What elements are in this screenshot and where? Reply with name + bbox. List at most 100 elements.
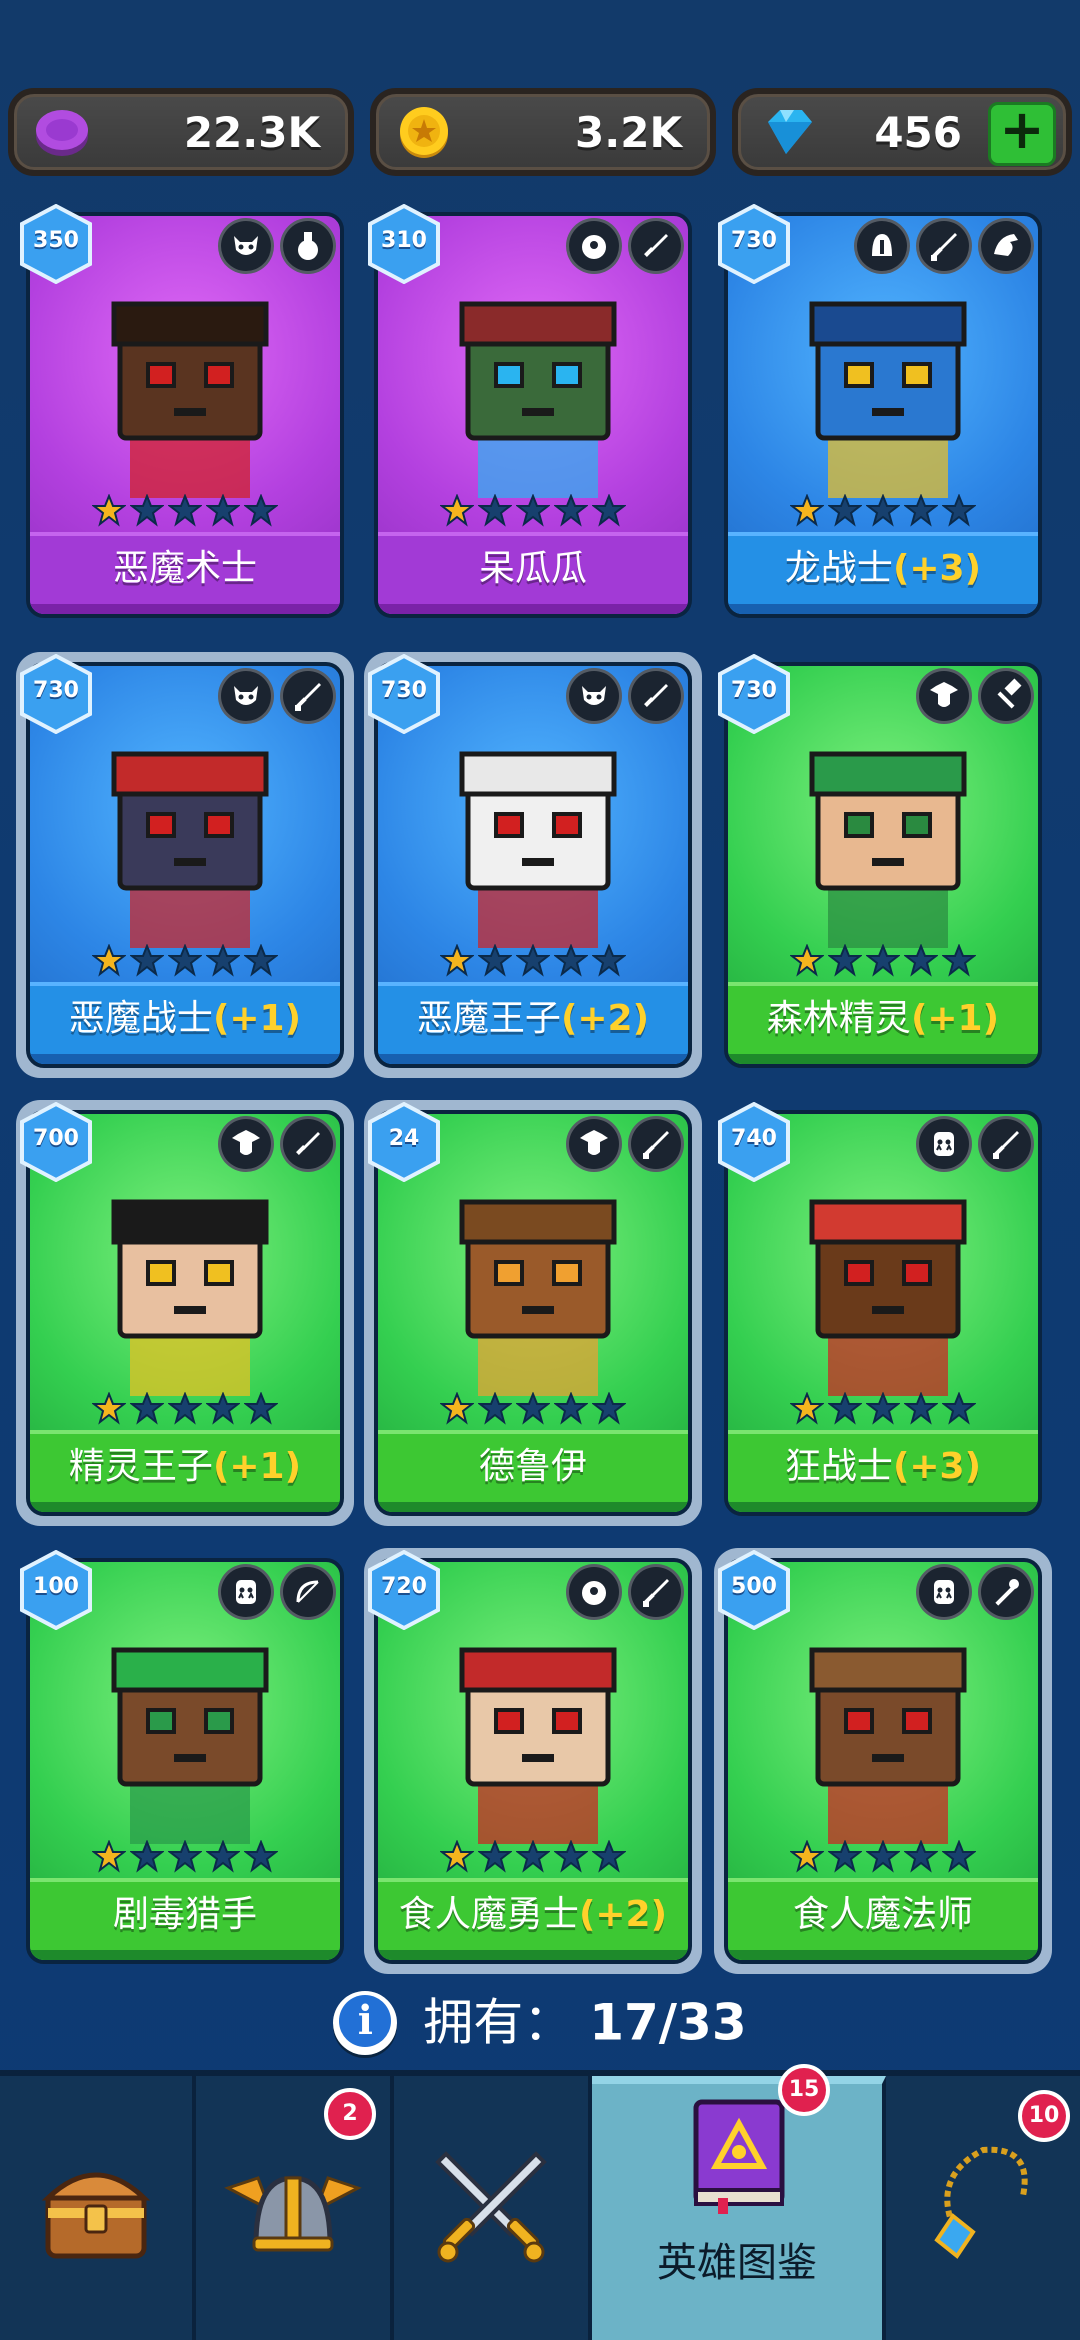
- hero-bonus: (+3): [892, 548, 982, 589]
- hero-traits: [218, 668, 336, 724]
- star-empty-icon: [130, 944, 164, 977]
- level-badge: 720: [366, 1550, 442, 1630]
- level-badge: 740: [716, 1102, 792, 1182]
- hero-card[interactable]: 德鲁伊 24: [364, 1100, 702, 1526]
- coin-counter[interactable]: 3.2K: [370, 88, 716, 176]
- hero-card[interactable]: 恶魔王子(+2) 730: [364, 652, 702, 1078]
- star-empty-icon: [478, 944, 512, 977]
- star-rating: [440, 494, 626, 528]
- star-filled-icon: [92, 944, 126, 977]
- hero-name: 恶魔王子: [416, 998, 561, 1039]
- star-empty-icon: [904, 1840, 938, 1873]
- star-empty-icon: [592, 1392, 626, 1425]
- hero-name: 恶魔术士: [112, 548, 257, 589]
- amulet-badge: 10: [1018, 2090, 1070, 2142]
- purple-gem-value: 22.3K: [183, 108, 320, 157]
- level-badge: 730: [366, 654, 442, 734]
- crossed-swords-icon: [435, 2151, 547, 2263]
- star-empty-icon: [866, 1392, 900, 1425]
- hero-name: 精灵王子: [68, 1446, 213, 1487]
- level-badge: 500: [716, 1550, 792, 1630]
- tab-battle[interactable]: [394, 2076, 592, 2340]
- level-badge: 310: [366, 204, 442, 284]
- sword-icon: [628, 1116, 684, 1172]
- hero-portrait: [809, 751, 967, 948]
- hero-bonus: (+1): [212, 1446, 302, 1487]
- hero-card[interactable]: 恶魔战士(+1) 730: [16, 652, 354, 1078]
- level-badge: 100: [18, 1550, 94, 1630]
- star-rating: [440, 1392, 626, 1426]
- treasure-chest-icon: [41, 2172, 151, 2259]
- hero-card[interactable]: 龙战士(+3) 730: [718, 204, 1042, 618]
- star-empty-icon: [866, 1840, 900, 1873]
- skull-flask-icon: [280, 218, 336, 274]
- hero-card[interactable]: 呆瓜瓜 310: [368, 204, 692, 618]
- elf-face-icon: [566, 1116, 622, 1172]
- star-empty-icon: [828, 1840, 862, 1873]
- winged-helmet-icon: [224, 2175, 362, 2252]
- hero-bonus: (+1): [212, 998, 302, 1039]
- hero-name-bar: 恶魔战士(+1): [30, 982, 340, 1064]
- star-empty-icon: [904, 494, 938, 527]
- hero-level: 740: [731, 1126, 777, 1151]
- info-icon[interactable]: [333, 1990, 398, 2055]
- hero-card[interactable]: 剧毒猎手 100: [20, 1550, 344, 1964]
- hero-level: 100: [33, 1574, 79, 1599]
- hero-portrait: [111, 751, 269, 948]
- owned-count: 17/33: [589, 1993, 747, 2052]
- purple-gem-counter[interactable]: 22.3K: [8, 88, 354, 176]
- one-eye-face-icon: [566, 218, 622, 274]
- tab-chest[interactable]: [0, 2076, 196, 2340]
- star-rating: [440, 1840, 626, 1874]
- hero-bonus: (+3): [892, 1446, 982, 1487]
- hero-level: 730: [381, 678, 427, 703]
- hero-name-bar: 食人魔法师: [728, 1878, 1038, 1960]
- elf-face-icon: [916, 668, 972, 724]
- tab-amulet[interactable]: 10: [886, 2076, 1080, 2340]
- hero-card[interactable]: 精灵王子(+1) 700: [16, 1100, 354, 1526]
- hero-name: 森林精灵: [766, 998, 911, 1039]
- hero-name: 狂战士: [784, 1446, 893, 1487]
- owned-counter: 拥有： 17/33: [0, 1984, 1080, 2055]
- diamond-value: 456: [874, 108, 962, 157]
- hero-name: 德鲁伊: [478, 1446, 587, 1487]
- hero-level: 720: [381, 1574, 427, 1599]
- hero-card[interactable]: 狂战士(+3) 740: [718, 1102, 1042, 1516]
- hero-level: 24: [388, 1126, 420, 1151]
- hero-level: 700: [33, 1126, 79, 1151]
- tab-heroes[interactable]: 2: [196, 2076, 394, 2340]
- demon-face-icon: [218, 668, 274, 724]
- hero-traits: [566, 218, 684, 274]
- hero-card[interactable]: 森林精灵(+1) 730: [718, 654, 1042, 1068]
- dagger-icon: [628, 668, 684, 724]
- hero-name-bar: 恶魔王子(+2): [378, 982, 688, 1064]
- add-diamonds-button[interactable]: +: [988, 102, 1056, 166]
- hero-portrait: [111, 1647, 269, 1844]
- hero-traits: [916, 668, 1034, 724]
- star-filled-icon: [790, 1392, 824, 1425]
- hero-name-bar: 森林精灵(+1): [728, 982, 1038, 1064]
- star-empty-icon: [244, 494, 278, 527]
- hero-name-bar: 龙战士(+3): [728, 532, 1038, 614]
- hero-traits: [916, 1564, 1034, 1620]
- sword-icon: [628, 1564, 684, 1620]
- hero-traits: [218, 218, 336, 274]
- hero-portrait: [809, 301, 967, 498]
- hero-card[interactable]: 恶魔术士 350: [20, 204, 344, 618]
- hero-portrait: [459, 1199, 617, 1396]
- hero-card[interactable]: 食人魔勇士(+2) 720: [364, 1548, 702, 1974]
- star-filled-icon: [440, 1840, 474, 1873]
- elf-face-icon: [218, 1116, 274, 1172]
- hero-level: 500: [731, 1574, 777, 1599]
- dagger-icon: [628, 218, 684, 274]
- helmet-icon: [854, 218, 910, 274]
- star-filled-icon: [440, 494, 474, 527]
- tab-codex[interactable]: 15 英雄图鉴: [592, 2064, 886, 2340]
- hero-card[interactable]: 食人魔法师 500: [714, 1548, 1052, 1974]
- star-filled-icon: [790, 494, 824, 527]
- star-empty-icon: [516, 1392, 550, 1425]
- sword-icon: [916, 218, 972, 274]
- star-rating: [92, 1840, 278, 1874]
- hero-name: 呆瓜瓜: [478, 548, 587, 589]
- star-empty-icon: [942, 1392, 976, 1425]
